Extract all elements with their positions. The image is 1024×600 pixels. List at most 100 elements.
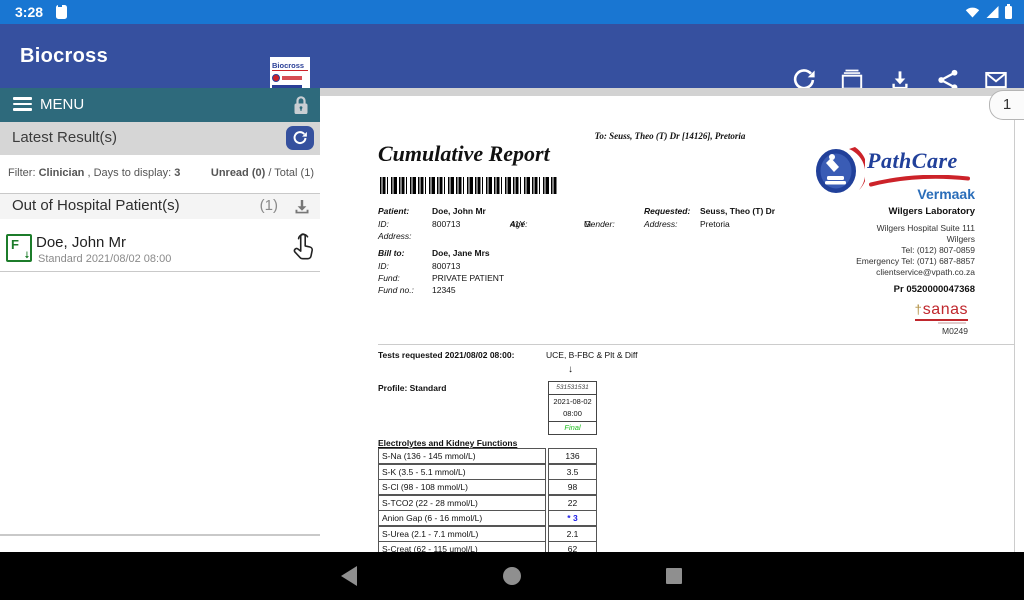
- clock: 3:28: [15, 4, 43, 20]
- report-viewer[interactable]: To: Seuss, Theo (T) Dr [14126], Pretoria…: [320, 88, 1024, 552]
- sanas-logo: †sanas M0249: [910, 301, 968, 336]
- req-address-label: Address:: [644, 219, 678, 229]
- test-name-cell: S-Cl (98 - 108 mmol/L): [378, 479, 546, 495]
- down-arrow-icon: ↓: [568, 364, 573, 375]
- fund-value: PRIVATE PATIENT: [432, 273, 504, 283]
- profile-label: Profile: Standard: [378, 383, 446, 393]
- notification-icon: [56, 5, 67, 19]
- table-row: Anion Gap (6 - 16 mmol/L) * 3: [378, 510, 598, 526]
- bill-to-label: Bill to:: [378, 248, 404, 258]
- pathcare-logo: PathCare Vermaak: [815, 146, 975, 200]
- test-name-cell: S-K (3.5 - 5.1 mmol/L): [378, 464, 546, 480]
- home-button[interactable]: [488, 552, 536, 600]
- latest-results-header: Latest Result(s): [0, 122, 320, 156]
- back-button[interactable]: [325, 552, 373, 600]
- test-value-cell: 22: [548, 495, 597, 511]
- address-label: Address:: [378, 231, 412, 241]
- recents-button[interactable]: [650, 552, 698, 600]
- test-value-cell: 2.1: [548, 526, 597, 542]
- wifi-icon: [965, 6, 980, 18]
- tests-requested-label: Tests requested 2021/08/02 08:00:: [378, 350, 514, 360]
- viewer-top-gap: [320, 88, 1024, 96]
- table-row: S-Creat (62 - 115 umol/L) 62: [378, 541, 598, 552]
- fund-label: Fund:: [378, 273, 400, 283]
- tests-requested-value: UCE, B-FBC & Plt & Diff: [546, 350, 637, 360]
- cellular-signal-icon: [986, 6, 999, 18]
- req-address-value: Pretoria: [700, 219, 730, 229]
- fund-no-label: Fund no.:: [378, 285, 414, 295]
- requested-label: Requested:: [644, 206, 690, 216]
- battery-icon: [1005, 6, 1012, 19]
- lab-address-line: Emergency Tel: (071) 687-8857: [856, 256, 975, 267]
- patient-info-block: Patient: Doe, John Mr Requested: Seuss, …: [378, 206, 808, 298]
- pathcare-ball-icon: [815, 146, 865, 198]
- sidebar-divider: [0, 534, 320, 536]
- filter-summary: Filter: Clinician , Days to display: 3: [8, 167, 180, 179]
- test-value-cell: 136: [548, 448, 597, 464]
- sanas-accreditation-code: M0249: [910, 326, 968, 336]
- laboratory-details: Wilgers Laboratory Wilgers Hospital Suit…: [856, 206, 975, 295]
- test-value-cell: 98: [548, 479, 597, 495]
- test-name-cell: Anion Gap (6 - 16 mmol/L): [378, 510, 546, 526]
- lab-address-line: Wilgers Hospital Suite 111: [856, 223, 975, 234]
- test-name-cell: S-Creat (62 - 115 umol/L): [378, 541, 546, 552]
- recents-icon: [666, 568, 682, 584]
- lab-address-line: Tel: (012) 807-0859: [856, 245, 975, 256]
- tap-hand-icon: [288, 231, 316, 263]
- filter-row: Filter: Clinician , Days to display: 3 U…: [0, 155, 320, 193]
- pathcare-region: Vermaak: [917, 186, 975, 202]
- result-column-header: 531531531 2021-08-02 08:00 Final: [548, 382, 597, 435]
- refresh-results-button[interactable]: [286, 126, 314, 150]
- sanas-wordmark: †sanas: [915, 301, 968, 321]
- report-divider: [378, 344, 1014, 345]
- refresh-icon: [292, 130, 308, 146]
- bill-to-value: Doe, Jane Mrs: [432, 248, 490, 258]
- app-screen: 3:28 Biocross Biocross: [0, 0, 1024, 600]
- report-addressee: To: Seuss, Theo (T) Dr [14126], Pretoria: [460, 131, 880, 141]
- table-row: S-Urea (2.1 - 7.1 mmol/L) 2.1: [378, 526, 598, 542]
- section-title: Electrolytes and Kidney Functions: [378, 438, 517, 448]
- lab-address-line: clientservice@vpath.co.za: [856, 267, 975, 278]
- result-datetime: 2021-08-02 08:00: [548, 394, 597, 422]
- requested-value: Seuss, Theo (T) Dr: [700, 206, 775, 216]
- status-icons: [965, 0, 1012, 24]
- download-group-button[interactable]: [290, 195, 314, 219]
- pathcare-wordmark: PathCare: [867, 148, 958, 174]
- status-bar: 3:28: [0, 0, 1024, 24]
- table-row: S-Cl (98 - 108 mmol/L) 98: [378, 479, 598, 495]
- patient-list-item[interactable]: F ⭣ Doe, John Mr Standard 2021/08/02 08:…: [0, 219, 320, 272]
- android-nav-bar: [0, 552, 1024, 600]
- bill-id-label: ID:: [378, 261, 389, 271]
- fund-no-value: 12345: [432, 285, 456, 295]
- menu-label: MENU: [40, 88, 84, 122]
- table-row: S-K (3.5 - 5.1 mmol/L) 3.5: [378, 464, 598, 480]
- hamburger-icon: [13, 97, 32, 112]
- barcode: [380, 177, 557, 194]
- home-icon: [503, 567, 521, 585]
- group-count-badge: (1): [260, 194, 278, 218]
- menu-bar[interactable]: MENU: [0, 88, 320, 122]
- patient-result-detail: Standard 2021/08/02 08:00: [38, 253, 171, 265]
- app-title: Biocross: [20, 24, 108, 88]
- table-row: S-Na (136 - 145 mmol/L) 136: [378, 448, 598, 464]
- biocross-logo-emblem: [272, 74, 308, 82]
- back-icon: [341, 566, 357, 586]
- test-name-cell: S-Urea (2.1 - 7.1 mmol/L): [378, 526, 546, 542]
- sanas-mark-icon: †: [915, 302, 922, 317]
- biocross-logo-text: Biocross: [272, 61, 308, 71]
- patient-value: Doe, John Mr: [432, 206, 486, 216]
- patient-group-header[interactable]: Out of Hospital Patient(s) (1): [0, 193, 320, 220]
- page-number-badge: 1: [989, 90, 1024, 120]
- practice-number: Pr 0520000047368: [856, 284, 975, 295]
- test-value-cell: 62: [548, 541, 597, 552]
- id-label: ID:: [378, 219, 389, 229]
- group-title: Out of Hospital Patient(s): [12, 194, 180, 218]
- test-name-cell: S-TCO2 (22 - 28 mmol/L): [378, 495, 546, 511]
- test-value-cell: 3.5: [548, 464, 597, 480]
- report-title: Cumulative Report: [378, 141, 550, 167]
- page-edge-line: [1014, 96, 1015, 552]
- latest-results-title: Latest Result(s): [12, 122, 117, 154]
- laboratory-name: Wilgers Laboratory: [856, 206, 975, 217]
- patient-label: Patient:: [378, 206, 409, 216]
- lab-address-line: Wilgers: [856, 234, 975, 245]
